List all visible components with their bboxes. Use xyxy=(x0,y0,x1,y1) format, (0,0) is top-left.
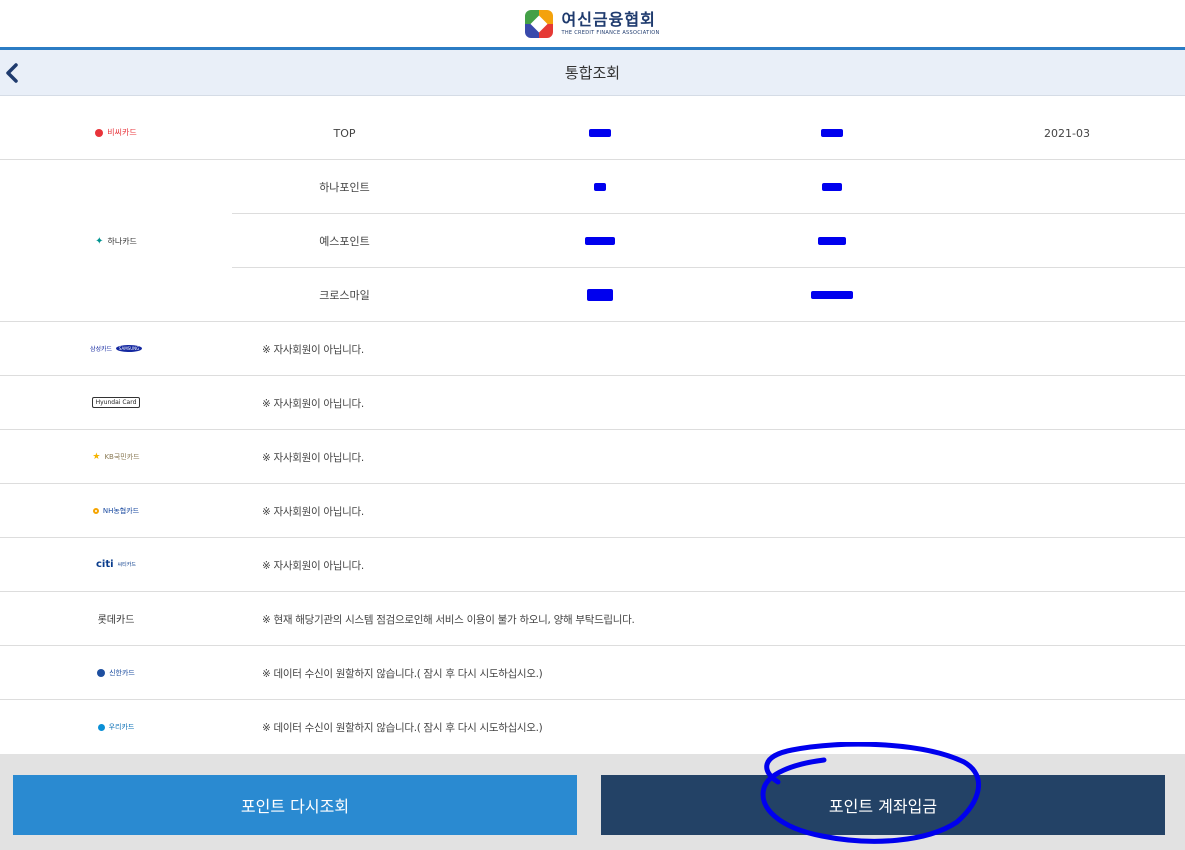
card-row-lotte: 롯데카드 ※ 현재 해당기관의 시스템 점검으로인해 서비스 이용이 불가 하오… xyxy=(0,592,1185,646)
citi-message: ※ 자사회원이 아닙니다. xyxy=(262,559,364,572)
hana-card-logo: ✦ 하나카드 xyxy=(0,160,232,322)
hyundai-message: ※ 자사회원이 아닙니다. xyxy=(262,397,364,410)
citi-logo-subtext: 씨티카드 xyxy=(117,562,136,568)
redaction-mark xyxy=(584,237,615,245)
hana-point-name: 하나포인트 xyxy=(319,181,370,194)
card-row-shinhan: 신한카드 ※ 데이터 수신이 원할하지 않습니다.( 잠시 후 다시 시도하십시… xyxy=(0,646,1185,700)
hana-point-name: 크로스마일 xyxy=(319,289,370,302)
brand-name-ko: 여신금융협회 xyxy=(561,10,656,29)
hana-point-row: 크로스마일 xyxy=(232,268,1185,322)
action-footer: 포인트 다시조회 포인트 계좌입금 xyxy=(0,754,1185,850)
nh-logo-text: NH농협카드 xyxy=(102,506,140,515)
citi-card-logo: citi 씨티카드 xyxy=(0,538,232,591)
hana-logo-text: 하나카드 xyxy=(107,236,137,246)
bc-point-name: TOP xyxy=(333,126,356,140)
kb-card-logo: ★ KB국민카드 xyxy=(0,430,232,483)
hana-point-expiring xyxy=(742,214,922,268)
kb-star-icon: ★ xyxy=(92,451,101,462)
point-deposit-button[interactable]: 포인트 계좌입금 xyxy=(601,775,1165,835)
woori-logo-icon xyxy=(97,723,105,731)
woori-logo-text: 우리카드 xyxy=(108,723,135,731)
hyundai-card-logo: Hyundai Card xyxy=(0,376,232,429)
association-logo-icon xyxy=(525,10,554,38)
page-title: 통합조회 xyxy=(564,64,621,82)
hana-point-balance xyxy=(457,160,742,214)
nh-logo-icon xyxy=(92,507,99,514)
redaction-mark xyxy=(821,129,843,137)
nh-message: ※ 자사회원이 아닙니다. xyxy=(262,505,364,518)
hana-point-row: 하나포인트 xyxy=(232,160,1185,214)
bc-logo-text: 비씨카드 xyxy=(107,128,137,137)
title-bar: 통합조회 xyxy=(0,50,1185,96)
redaction-mark xyxy=(586,289,613,301)
bc-point-date: 2021-03 xyxy=(1044,126,1090,140)
woori-card-logo: 우리카드 xyxy=(0,700,232,754)
hana-point-expiring xyxy=(742,160,922,214)
back-button[interactable] xyxy=(0,60,24,86)
card-row-hana: ✦ 하나카드 하나포인트 예스포인트 크로스마일 xyxy=(0,160,1185,322)
lotte-message: ※ 현재 해당기관의 시스템 점검으로인해 서비스 이용이 불가 하오니, 양해… xyxy=(262,613,635,626)
samsung-logo-icon: SAMSUNG xyxy=(116,345,143,352)
brand-text: 여신금융협회 THE CREDIT FINANCE ASSOCIATION xyxy=(561,12,659,36)
hana-point-balance xyxy=(457,268,742,322)
samsung-logo-text: 삼성카드 xyxy=(89,346,113,353)
point-refresh-button[interactable]: 포인트 다시조회 xyxy=(13,775,577,835)
samsung-card-logo: 삼성카드 SAMSUNG xyxy=(0,322,232,375)
hana-point-name: 예스포인트 xyxy=(319,235,370,248)
kb-logo-text: KB국민카드 xyxy=(104,452,140,461)
bc-point-expiring xyxy=(742,106,922,160)
redaction-mark xyxy=(818,237,846,245)
card-row-nh: NH농협카드 ※ 자사회원이 아닙니다. xyxy=(0,484,1185,538)
card-point-list: 비씨카드 TOP 2021-03 ✦ 하나카드 하나포인트 예스포인트 크로스마… xyxy=(0,106,1185,754)
samsung-message: ※ 자사회원이 아닙니다. xyxy=(262,343,364,356)
nh-card-logo: NH농협카드 xyxy=(0,484,232,537)
citi-logo-text: citi xyxy=(96,559,114,570)
bc-card-logo: 비씨카드 xyxy=(0,106,232,159)
lotte-logo-text: 롯데카드 xyxy=(97,615,135,626)
woori-message: ※ 데이터 수신이 원할하지 않습니다.( 잠시 후 다시 시도하십시오.) xyxy=(262,721,543,734)
hana-point-row: 예스포인트 xyxy=(232,214,1185,268)
redaction-mark xyxy=(811,291,853,299)
redaction-mark xyxy=(593,183,606,191)
shinhan-logo-text: 신한카드 xyxy=(109,668,135,677)
card-row-hyundai: Hyundai Card ※ 자사회원이 아닙니다. xyxy=(0,376,1185,430)
card-row-samsung: 삼성카드 SAMSUNG ※ 자사회원이 아닙니다. xyxy=(0,322,1185,376)
hana-point-balance xyxy=(457,214,742,268)
card-row-woori: 우리카드 ※ 데이터 수신이 원할하지 않습니다.( 잠시 후 다시 시도하십시… xyxy=(0,700,1185,754)
hyundai-logo-text: Hyundai Card xyxy=(91,397,141,408)
kb-message: ※ 자사회원이 아닙니다. xyxy=(262,451,364,464)
shinhan-card-logo: 신한카드 xyxy=(0,646,232,699)
card-row-bc: 비씨카드 TOP 2021-03 xyxy=(0,106,1185,160)
brand-logo-group: 여신금융협회 THE CREDIT FINANCE ASSOCIATION xyxy=(525,10,659,38)
redaction-mark xyxy=(588,129,611,137)
redaction-mark xyxy=(822,183,842,191)
card-row-kb: ★ KB국민카드 ※ 자사회원이 아닙니다. xyxy=(0,430,1185,484)
hana-logo-icon: ✦ xyxy=(95,235,104,247)
chevron-left-icon xyxy=(6,63,18,83)
card-row-citi: citi 씨티카드 ※ 자사회원이 아닙니다. xyxy=(0,538,1185,592)
bc-point-balance xyxy=(457,106,742,160)
bc-logo-icon xyxy=(95,128,104,137)
lotte-card-logo: 롯데카드 xyxy=(0,592,232,645)
brand-header: 여신금융협회 THE CREDIT FINANCE ASSOCIATION xyxy=(0,0,1185,48)
hana-point-expiring xyxy=(742,268,922,322)
brand-name-en: THE CREDIT FINANCE ASSOCIATION xyxy=(561,30,660,36)
shinhan-logo-icon xyxy=(97,668,106,677)
shinhan-message: ※ 데이터 수신이 원할하지 않습니다.( 잠시 후 다시 시도하십시오.) xyxy=(262,667,543,680)
